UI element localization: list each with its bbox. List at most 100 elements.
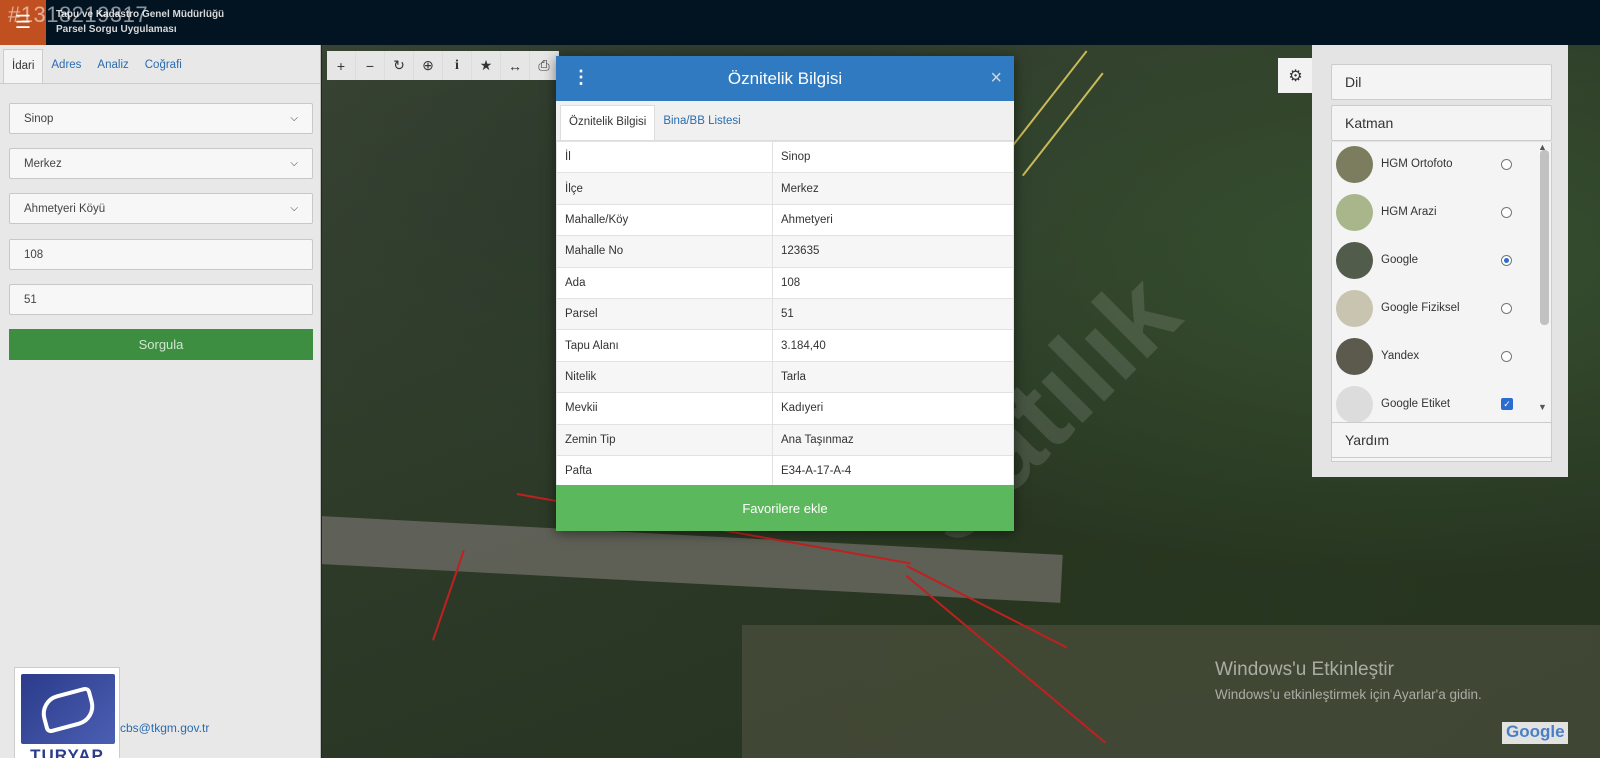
attribute-value: Ahmetyeri xyxy=(772,203,1014,237)
ada-input-value: 108 xyxy=(24,248,44,261)
layer-item-google-etiket[interactable]: Google Etiket ✓ xyxy=(1336,382,1536,426)
locate-icon[interactable]: ⊕ xyxy=(414,51,443,80)
yardim-header[interactable]: Yardım xyxy=(1331,422,1552,458)
tab-bina-bb-listesi[interactable]: Bina/BB Listesi xyxy=(655,105,748,140)
parsel-input[interactable]: 51 xyxy=(9,284,313,315)
layer-thumbnail xyxy=(1336,337,1373,375)
attribute-value: 51 xyxy=(772,297,1014,331)
ilce-select[interactable]: Merkez ⌵ xyxy=(9,148,313,179)
attribute-key: Ada xyxy=(556,266,773,299)
layer-panel: Dil Katman HGM Ortofoto HGM Arazi Google… xyxy=(1312,45,1568,477)
map-yellow-line xyxy=(1022,72,1104,177)
attribute-key: Pafta xyxy=(556,454,773,488)
google-logo: Google xyxy=(1502,722,1568,744)
table-row: Parsel 51 xyxy=(556,297,1014,331)
layer-label: Google Etiket xyxy=(1381,398,1451,410)
star-icon[interactable]: ★ xyxy=(472,51,501,80)
layer-thumbnail xyxy=(1336,289,1373,327)
layer-thumbnail xyxy=(1336,193,1373,231)
measure-icon[interactable]: ↔ xyxy=(501,51,530,80)
sorgula-button[interactable]: Sorgula xyxy=(9,329,313,360)
layer-item-google-fiziksel[interactable]: Google Fiziksel xyxy=(1336,286,1536,330)
left-panel: İdari Adres Analiz Coğrafi Sinop ⌵ Merke… xyxy=(0,45,321,758)
top-bar: ☰ Tapu ve Kadastro Genel Müdürlüğü Parse… xyxy=(0,0,1600,45)
attribute-value: Ana Taşınmaz xyxy=(772,423,1014,456)
attribute-key: Zemin Tip xyxy=(556,423,773,456)
layer-item-yandex[interactable]: Yandex xyxy=(1336,334,1536,378)
tab-adres[interactable]: Adres xyxy=(43,45,89,83)
attribute-value: 123635 xyxy=(772,235,1014,268)
parsel-input-value: 51 xyxy=(24,293,37,306)
close-icon[interactable]: × xyxy=(990,67,1002,90)
layer-label: HGM Arazi xyxy=(1381,206,1437,218)
ada-input[interactable]: 108 xyxy=(9,239,313,270)
layer-label: HGM Ortofoto xyxy=(1381,158,1453,170)
tab-analiz[interactable]: Analiz xyxy=(89,45,136,83)
zoom-in-icon[interactable]: + xyxy=(327,51,356,80)
chevron-down-icon: ⌵ xyxy=(290,158,298,169)
map-yellow-line xyxy=(1012,50,1088,147)
layer-list: HGM Ortofoto HGM Arazi Google Google Fiz… xyxy=(1331,142,1552,462)
il-select-value: Sinop xyxy=(24,112,54,125)
windows-activation-title: Windows'u Etkinleştir xyxy=(1215,659,1394,680)
attribute-key: İl xyxy=(556,140,773,174)
layer-item-google[interactable]: Google xyxy=(1336,238,1536,282)
attribute-value: Merkez xyxy=(772,172,1014,205)
contact-email-link[interactable]: cbs@tkgm.gov.tr xyxy=(120,721,209,735)
turyap-logo-text: TURYAP xyxy=(30,746,104,758)
layer-label: Yandex xyxy=(1381,350,1420,362)
scroll-down-icon[interactable]: ▼ xyxy=(1538,402,1547,412)
attribute-dialog: ⋮ Öznitelik Bilgisi × Öznitelik Bilgisi … xyxy=(556,56,1014,531)
layer-item-hgm-arazi[interactable]: HGM Arazi xyxy=(1336,190,1536,234)
settings-button[interactable]: ⚙ xyxy=(1278,58,1313,93)
chevron-down-icon: ⌵ xyxy=(290,113,298,124)
table-row: İlçe Merkez xyxy=(556,172,1014,205)
attribute-key: Mahalle No xyxy=(556,235,773,268)
add-to-favorites-button[interactable]: Favorilere ekle xyxy=(556,485,1014,531)
tab-oznitelik-bilgisi[interactable]: Öznitelik Bilgisi xyxy=(560,105,656,140)
ilce-select-value: Merkez xyxy=(24,157,62,170)
attribute-key: İlçe xyxy=(556,172,773,205)
dil-header[interactable]: Dil xyxy=(1331,64,1552,100)
layer-label: Google Fiziksel xyxy=(1381,302,1460,314)
layer-radio[interactable] xyxy=(1501,158,1512,170)
table-row: Ada 108 xyxy=(556,266,1014,299)
layer-item-hgm-ortofoto[interactable]: HGM Ortofoto xyxy=(1336,142,1536,186)
layer-radio[interactable] xyxy=(1501,350,1512,362)
listing-id-watermark: #1318219317 xyxy=(8,2,149,27)
refresh-icon[interactable]: ↻ xyxy=(385,51,414,80)
turyap-logo: TURYAP xyxy=(14,667,120,758)
chevron-down-icon: ⌵ xyxy=(290,203,298,214)
mahalle-select-value: Ahmetyeri Köyü xyxy=(24,202,106,215)
layer-radio-selected[interactable] xyxy=(1501,254,1512,266)
print-icon[interactable]: ⎙ xyxy=(530,51,559,80)
info-icon[interactable]: i xyxy=(443,51,472,80)
table-row: Nitelik Tarla xyxy=(556,360,1014,394)
layer-label: Google xyxy=(1381,254,1419,266)
layer-radio[interactable] xyxy=(1501,206,1512,218)
layer-radio[interactable] xyxy=(1501,302,1512,314)
layer-checkbox-checked[interactable]: ✓ xyxy=(1501,398,1513,410)
mahalle-select[interactable]: Ahmetyeri Köyü ⌵ xyxy=(9,193,313,224)
dialog-header: ⋮ Öznitelik Bilgisi × xyxy=(556,56,1014,101)
table-row: İl Sinop xyxy=(556,140,1014,174)
zoom-out-icon[interactable]: − xyxy=(356,51,385,80)
table-row: Mahalle No 123635 xyxy=(556,235,1014,268)
tab-idari[interactable]: İdari xyxy=(3,49,44,83)
attribute-value: Kadıyeri xyxy=(772,392,1014,425)
attribute-key: Mevkii xyxy=(556,392,773,425)
tab-cografi[interactable]: Coğrafi xyxy=(137,45,190,83)
attribute-value: E34-A-17-A-4 xyxy=(772,454,1014,488)
kebab-menu-icon[interactable]: ⋮ xyxy=(572,68,590,86)
table-row: Pafta E34-A-17-A-4 xyxy=(556,454,1014,488)
table-row: Mevkii Kadıyeri xyxy=(556,392,1014,425)
layer-thumbnail xyxy=(1336,145,1373,183)
attribute-value: Sinop xyxy=(772,140,1014,174)
attribute-key: Nitelik xyxy=(556,360,773,394)
table-row: Mahalle/Köy Ahmetyeri xyxy=(556,203,1014,237)
il-select[interactable]: Sinop ⌵ xyxy=(9,103,313,134)
katman-header[interactable]: Katman xyxy=(1331,105,1552,141)
attribute-key: Parsel xyxy=(556,297,773,331)
attribute-key: Tapu Alanı xyxy=(556,329,773,362)
layer-scrollbar[interactable] xyxy=(1540,150,1549,325)
